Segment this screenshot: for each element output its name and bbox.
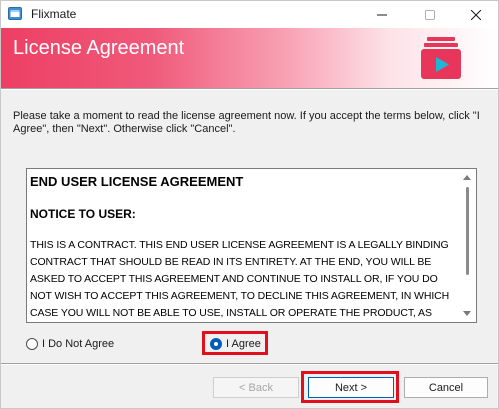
cancel-button[interactable]: Cancel	[404, 377, 488, 398]
scroll-up-arrow-icon[interactable]	[463, 175, 471, 180]
scroll-down-arrow-icon[interactable]	[463, 311, 471, 316]
maximize-button[interactable]	[407, 1, 453, 28]
back-button[interactable]: < Back	[213, 377, 299, 398]
installer-window: Flixmate License Agreement Please take a…	[0, 0, 499, 409]
scroll-thumb[interactable]	[466, 187, 469, 275]
instructions-text: Please take a moment to read the license…	[13, 110, 480, 135]
agree-highlight-box	[202, 331, 268, 355]
license-text-box[interactable]: END USER LICENSE AGREEMENT NOTICE TO USE…	[26, 168, 477, 323]
header-divider	[1, 88, 498, 90]
next-highlight-box	[301, 371, 399, 403]
minimize-button[interactable]	[359, 1, 405, 28]
license-content: END USER LICENSE AGREEMENT NOTICE TO USE…	[30, 174, 455, 322]
radio-i-do-not-agree[interactable]: I Do Not Agree	[26, 338, 114, 350]
title-bar[interactable]: Flixmate	[1, 1, 498, 28]
page-title: License Agreement	[13, 37, 185, 59]
flixmate-app-icon	[8, 7, 22, 20]
license-subheading: NOTICE TO USER:	[30, 207, 136, 221]
header-banner: License Agreement	[1, 28, 498, 88]
maximize-icon	[425, 9, 435, 20]
flixmate-logo-icon	[421, 37, 461, 79]
license-heading: END USER LICENSE AGREEMENT	[30, 174, 244, 189]
license-scrollbar[interactable]	[459, 169, 476, 322]
window-title: Flixmate	[31, 7, 77, 21]
radio-not-agree-circle[interactable]	[26, 338, 38, 350]
license-body: THIS IS A CONTRACT. THIS END USER LICENS…	[30, 239, 450, 319]
minimize-icon	[377, 14, 387, 15]
radio-not-agree-label: I Do Not Agree	[42, 338, 115, 350]
close-icon	[471, 9, 481, 20]
close-button[interactable]	[453, 1, 498, 28]
footer-divider	[1, 363, 498, 365]
